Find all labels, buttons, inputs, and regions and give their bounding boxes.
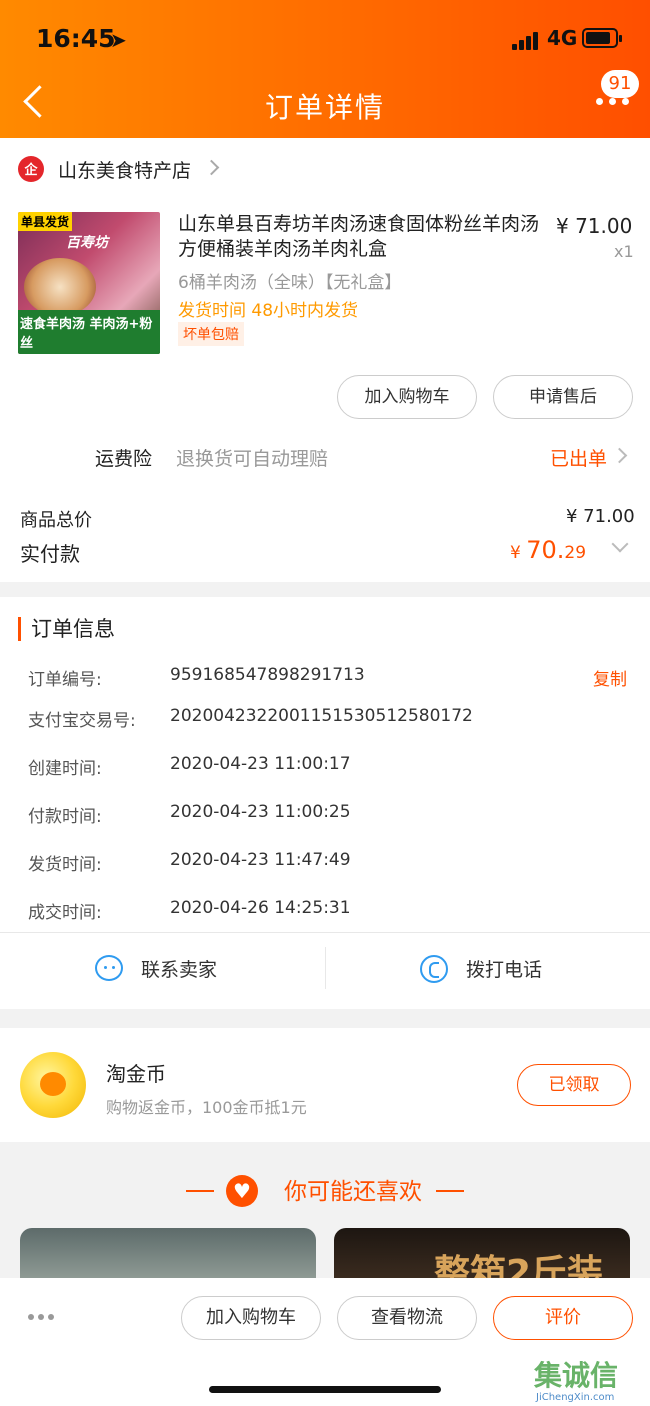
order-info-title: 订单信息 — [18, 617, 115, 641]
paid-amount-value: ¥ 70.29 — [510, 536, 586, 564]
watermark-url: JiChengXin.com — [536, 1392, 615, 1403]
divider — [325, 947, 326, 989]
decor-line — [436, 1190, 464, 1192]
recommend-item-2[interactable]: 整箱2斤装 — [334, 1228, 630, 1278]
paid-time-value: 2020-04-23 11:00:25 — [170, 802, 351, 822]
paid-currency: ¥ — [510, 543, 527, 563]
coin-title: 淘金币 — [106, 1062, 166, 1086]
network-type: 4G — [547, 26, 578, 50]
chevron-right-icon[interactable] — [611, 447, 628, 464]
chevron-down-icon[interactable] — [611, 535, 629, 553]
soup-bowl-image — [24, 258, 96, 316]
status-time: 16:45 — [36, 24, 116, 53]
view-logistics-button[interactable]: 查看物流 — [337, 1296, 477, 1340]
completed-time-label: 成交时间: — [28, 903, 102, 923]
gold-coin-icon — [20, 1052, 86, 1118]
watermark-logo: 集诚信 — [534, 1359, 619, 1392]
recommend-title-text: 你可能还喜欢 — [284, 1179, 422, 1205]
paid-decimal: 29 — [564, 543, 587, 563]
message-count-badge: 91 — [601, 70, 639, 98]
product-title[interactable]: 山东单县百寿坊羊肉汤速食固体粉丝羊肉汤方便桶装羊肉汤羊肉礼盒 — [178, 212, 540, 262]
shipped-time-label: 发货时间: — [28, 855, 102, 875]
shipping-time: 发货时间 48小时内发货 — [178, 301, 359, 321]
more-dots-icon[interactable] — [28, 1314, 68, 1322]
created-time-label: 创建时间: — [28, 759, 102, 779]
shipped-time-value: 2020-04-23 11:47:49 — [170, 850, 351, 870]
home-indicator — [209, 1386, 441, 1393]
more-menu-icon[interactable] — [596, 98, 636, 108]
damage-guarantee-tag: 坏单包赔 — [178, 322, 244, 346]
chat-icon[interactable] — [95, 955, 123, 981]
page-title: 订单详情 — [264, 91, 385, 124]
recommend-item-1[interactable] — [20, 1228, 316, 1278]
product-quantity: x1 — [614, 242, 634, 261]
order-number-label: 订单编号: — [28, 670, 102, 690]
signal-icon — [512, 30, 542, 50]
after-sale-button[interactable]: 申请售后 — [493, 375, 633, 419]
shop-logo-icon — [18, 156, 44, 182]
bottom-add-to-cart-button[interactable]: 加入购物车 — [181, 1296, 321, 1340]
order-number-value: 959168547898291713 — [170, 665, 365, 685]
total-price-label: 商品总价 — [20, 510, 92, 531]
review-button[interactable]: 评价 — [493, 1296, 633, 1340]
paid-amount-label: 实付款 — [20, 542, 80, 566]
product-price: ¥ 71.00 — [556, 214, 633, 238]
battery-icon — [582, 28, 622, 48]
shipping-insurance-status[interactable]: 已出单 — [550, 444, 607, 471]
call-button[interactable]: 拨打电话 — [466, 955, 542, 982]
header-bar: 16:45 ➤ 4G 订单详情 91 — [0, 0, 650, 138]
shipping-insurance-desc: 退换货可自动理赔 — [176, 448, 329, 470]
created-time-value: 2020-04-23 11:00:17 — [170, 754, 351, 774]
add-to-cart-button[interactable]: 加入购物车 — [337, 375, 477, 419]
copy-button[interactable]: 复制 — [593, 665, 627, 690]
recommend-item-2-text: 整箱2斤装 — [434, 1253, 604, 1278]
order-info-card: 订单信息 订单编号: 959168547898291713 复制 支付宝交易号:… — [0, 597, 650, 1009]
alipay-trade-value: 2020042322001151530512580172 — [170, 706, 473, 726]
completed-time-value: 2020-04-26 14:25:31 — [170, 898, 351, 918]
image-tag-bottom: 速食羊肉汤 羊肉汤+粉丝 — [18, 310, 160, 354]
paid-time-label: 付款时间: — [28, 807, 102, 827]
coin-desc: 购物返金币，100金币抵1元 — [106, 1098, 307, 1117]
total-price-value: ¥ 71.00 — [566, 506, 635, 527]
location-arrow-icon: ➤ — [110, 28, 127, 52]
paid-integer: 70. — [526, 536, 565, 564]
chevron-right-icon[interactable] — [203, 159, 220, 176]
image-tag-top: 单县发货 — [18, 212, 73, 231]
phone-icon[interactable] — [420, 955, 448, 983]
product-image[interactable]: 单县发货 百寿坊 速食羊肉汤 羊肉汤+粉丝 — [18, 212, 160, 354]
divider — [0, 932, 650, 933]
product-sku: 6桶羊肉汤（全味）【无礼盒】 — [178, 273, 402, 293]
image-brand: 百寿坊 — [66, 235, 108, 251]
shipping-insurance-label: 运费险 — [95, 448, 153, 470]
alipay-trade-label: 支付宝交易号: — [28, 711, 136, 731]
claimed-button[interactable]: 已领取 — [517, 1064, 631, 1106]
coin-card: 淘金币 购物返金币，100金币抵1元 已领取 — [0, 1028, 650, 1142]
status-bar: 16:45 ➤ 4G — [0, 20, 650, 60]
contact-seller-button[interactable]: 联系卖家 — [141, 955, 217, 982]
order-product-card: 山东美食特产店 单县发货 百寿坊 速食羊肉汤 羊肉汤+粉丝 山东单县百寿坊羊肉汤… — [0, 138, 650, 582]
recommend-title: 你可能还喜欢 — [0, 1172, 650, 1206]
shop-name[interactable]: 山东美食特产店 — [58, 156, 191, 183]
